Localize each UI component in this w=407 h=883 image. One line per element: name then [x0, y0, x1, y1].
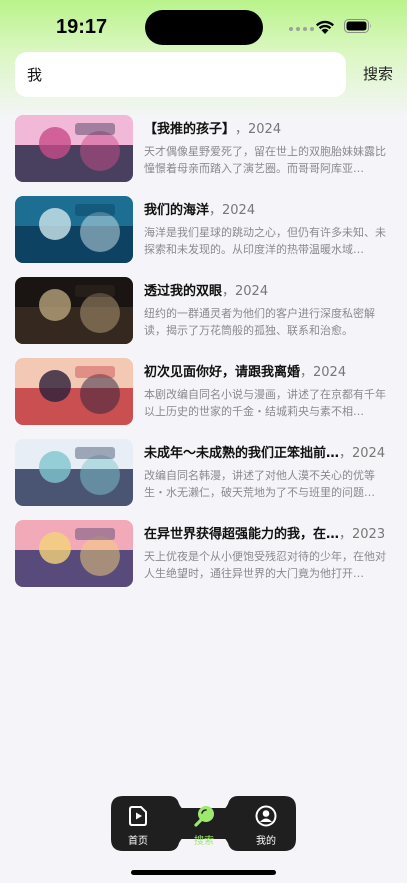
result-title-row: 未成年～未成熟的我们正笨拙前… ，2024: [144, 444, 394, 464]
home-indicator: [131, 870, 276, 875]
tab-profile[interactable]: 我的: [241, 796, 291, 851]
battery-icon: [344, 19, 371, 33]
search-button[interactable]: 搜索: [358, 62, 398, 86]
result-title-row: 在异世界获得超强能力的我，在… ，2023: [144, 525, 394, 545]
status-time: 19:17: [56, 16, 108, 38]
search-results-list: 【我推的孩子】 ，2024 天才偶像星野爱死了，留在世上的双胞胎妹妹露比憧憬着母亲而…: [0, 113, 407, 599]
result-title-row: 我们的海洋 ，2024: [144, 201, 394, 221]
result-item[interactable]: 未成年～未成熟的我们正笨拙前… ，2024 改编自同名韩漫，讲述了对他人漠不关心的优…: [0, 437, 407, 518]
result-year: ，2024: [300, 365, 347, 380]
play-icon: [129, 806, 147, 826]
result-poster[interactable]: [15, 277, 133, 344]
result-item[interactable]: 透过我的双眼 ，2024 纽约的一群通灵者为他们的客户进行深度私密解读，揭示了万花筒…: [0, 275, 407, 356]
result-title-row: 初次见面你好，请跟我离婚 ，2024: [144, 363, 394, 383]
result-year: ，2024: [222, 284, 269, 299]
result-year: ，2024: [209, 203, 256, 218]
tab-bar: 首页 搜索 我的: [111, 796, 296, 851]
result-title-row: 透过我的双眼 ，2024: [144, 282, 394, 302]
wifi-icon: [316, 20, 334, 34]
result-poster[interactable]: [15, 196, 133, 263]
status-bar: 19:17: [0, 0, 407, 50]
result-title: 透过我的双眼: [144, 284, 223, 299]
user-icon: [255, 805, 277, 827]
result-description: 天上优夜是个从小便饱受残忍对待的少年，在他对人生绝望时，通往异世界的大门竟为他打…: [144, 550, 386, 580]
result-description: 海洋是我们星球的跳动之心，但仍有许多未知、未探索和未发现的。从印度洋的热带温暖水…: [144, 226, 386, 256]
search-input[interactable]: [15, 52, 346, 97]
result-title: 在异世界获得超强能力的我，在…: [144, 527, 340, 542]
result-description: 天才偶像星野爱死了，留在世上的双胞胎妹妹露比憧憬着母亲而踏入了演艺圈。而哥哥阿库…: [144, 145, 386, 175]
result-year: ，2024: [235, 122, 282, 137]
signal-icon: [289, 27, 314, 31]
result-poster[interactable]: [15, 439, 133, 506]
result-year: ，2024: [339, 446, 386, 461]
tab-search[interactable]: 搜索: [179, 796, 229, 851]
result-title: 初次见面你好，请跟我离婚: [144, 365, 301, 380]
tab-home-label: 首页: [128, 836, 148, 847]
result-item[interactable]: 在异世界获得超强能力的我，在… ，2023 天上优夜是个从小便饱受残忍对待的少年，在…: [0, 518, 407, 599]
result-description: 纽约的一群通灵者为他们的客户进行深度私密解读，揭示了万花筒般的孤独、联系和治愈。: [144, 307, 375, 337]
result-poster[interactable]: [15, 358, 133, 425]
result-title: 【我推的孩子】: [144, 122, 236, 137]
dynamic-island: [145, 10, 263, 45]
tab-search-label: 搜索: [194, 836, 214, 847]
result-title-row: 【我推的孩子】 ，2024: [144, 120, 394, 140]
result-item[interactable]: 【我推的孩子】 ，2024 天才偶像星野爱死了，留在世上的双胞胎妹妹露比憧憬着母亲而…: [0, 113, 407, 194]
tab-home[interactable]: 首页: [113, 796, 163, 851]
result-description: 改编自同名韩漫，讲述了对他人漠不关心的优等生・水无濑仁，破天荒地为了不与班里的问…: [144, 469, 375, 499]
result-description: 本剧改编自同名小说与漫画，讲述了在京都有千年以上历史的世家的千金・结城莉央与素不…: [144, 388, 386, 418]
result-item[interactable]: 我们的海洋 ，2024 海洋是我们星球的跳动之心，但仍有许多未知、未探索和未发现的。…: [0, 194, 407, 275]
result-title: 我们的海洋: [144, 203, 210, 218]
result-year: ，2023: [339, 527, 386, 542]
tab-profile-label: 我的: [256, 836, 276, 847]
result-poster[interactable]: [15, 115, 133, 182]
search-icon: [194, 806, 214, 827]
result-item[interactable]: 初次见面你好，请跟我离婚 ，2024 本剧改编自同名小说与漫画，讲述了在京都有千年以…: [0, 356, 407, 437]
result-poster[interactable]: [15, 520, 133, 587]
result-title: 未成年～未成熟的我们正笨拙前…: [144, 446, 340, 461]
